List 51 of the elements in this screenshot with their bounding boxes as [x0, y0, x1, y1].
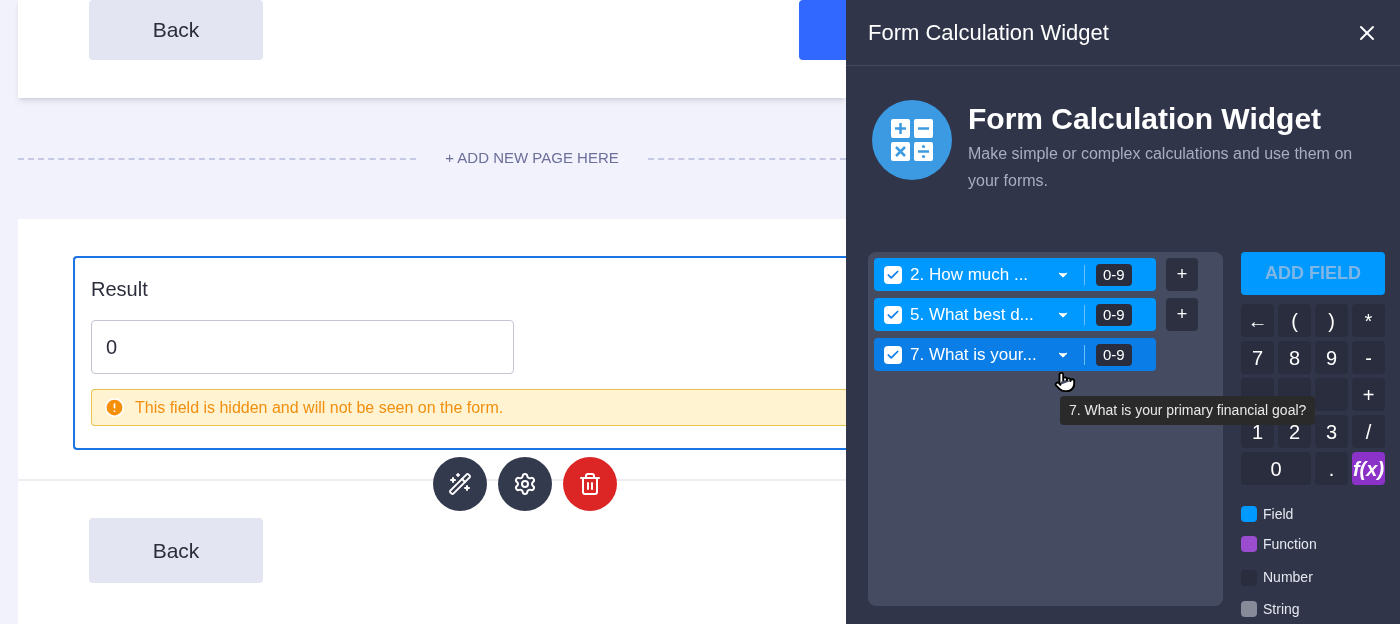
- panel-title: Form Calculation Widget: [868, 19, 1109, 47]
- range-tag: 0-9: [1096, 263, 1132, 286]
- keypad-key[interactable]: (: [1278, 304, 1311, 337]
- keypad-key[interactable]: ←: [1241, 304, 1274, 337]
- add-operand-button[interactable]: +: [1166, 258, 1198, 291]
- field-chip[interactable]: 7. What is your... 0-9: [874, 338, 1156, 371]
- warning-text: This field is hidden and will not be seen on the form.: [135, 397, 504, 418]
- warning-icon: [104, 397, 125, 418]
- hand-cursor-icon: [1054, 370, 1076, 394]
- keypad-key[interactable]: *: [1352, 304, 1385, 337]
- range-tag: 0-9: [1096, 303, 1132, 326]
- back-button[interactable]: Back: [89, 0, 263, 60]
- widget-name: Form Calculation Widget: [968, 101, 1323, 137]
- keypad-key[interactable]: 9: [1315, 341, 1348, 374]
- range-tag: 0-9: [1096, 343, 1132, 366]
- add-operand-button[interactable]: +: [1166, 298, 1198, 331]
- field-name: 7. What is your...: [910, 343, 1038, 366]
- keypad-key[interactable]: -: [1352, 341, 1385, 374]
- settings-button[interactable]: [498, 457, 552, 511]
- keypad-key[interactable]: 8: [1278, 341, 1311, 374]
- result-input[interactable]: 0: [91, 320, 514, 374]
- keypad-key[interactable]: ): [1315, 304, 1348, 337]
- function-key[interactable]: f(x): [1352, 452, 1385, 485]
- keypad-key[interactable]: +: [1352, 378, 1385, 411]
- legend-label: Number: [1263, 568, 1313, 587]
- legend-label: Field: [1263, 504, 1294, 524]
- keypad-key[interactable]: 7: [1241, 341, 1274, 374]
- back-button[interactable]: Back: [89, 518, 263, 583]
- field-checkbox[interactable]: [884, 345, 902, 364]
- field-checkbox[interactable]: [884, 305, 902, 324]
- field-label: Result: [91, 277, 149, 302]
- settings-icon: [513, 472, 537, 496]
- keypad-key[interactable]: 0: [1241, 452, 1311, 485]
- keypad-key[interactable]: /: [1352, 415, 1385, 448]
- legend-label: String: [1263, 599, 1300, 619]
- widget-description: Make simple or complex calculations and use them on your forms.: [968, 144, 1354, 191]
- legend-label: Function: [1263, 534, 1317, 554]
- delete-button[interactable]: [563, 457, 617, 511]
- field-chip[interactable]: 5. What best d... 0-9: [874, 298, 1156, 331]
- keypad-key[interactable]: 3: [1315, 415, 1348, 448]
- field-chip[interactable]: 2. How much ... 0-9: [874, 258, 1156, 291]
- add-new-page-link[interactable]: + ADD NEW PAGE HERE: [445, 147, 619, 170]
- field-name: 2. How much ...: [910, 263, 1030, 286]
- field-name: 5. What best d...: [910, 303, 1035, 326]
- keypad-key[interactable]: .: [1315, 452, 1348, 485]
- magic-wand-icon: [448, 472, 472, 496]
- tooltip: 7. What is your primary financial goal?: [1060, 396, 1316, 425]
- wand-button[interactable]: [433, 457, 487, 511]
- result-field-block[interactable]: Result 0 This field is hidden and will not be seen on the form.: [73, 256, 846, 450]
- field-checkbox[interactable]: [884, 265, 902, 284]
- trash-icon: [578, 472, 602, 496]
